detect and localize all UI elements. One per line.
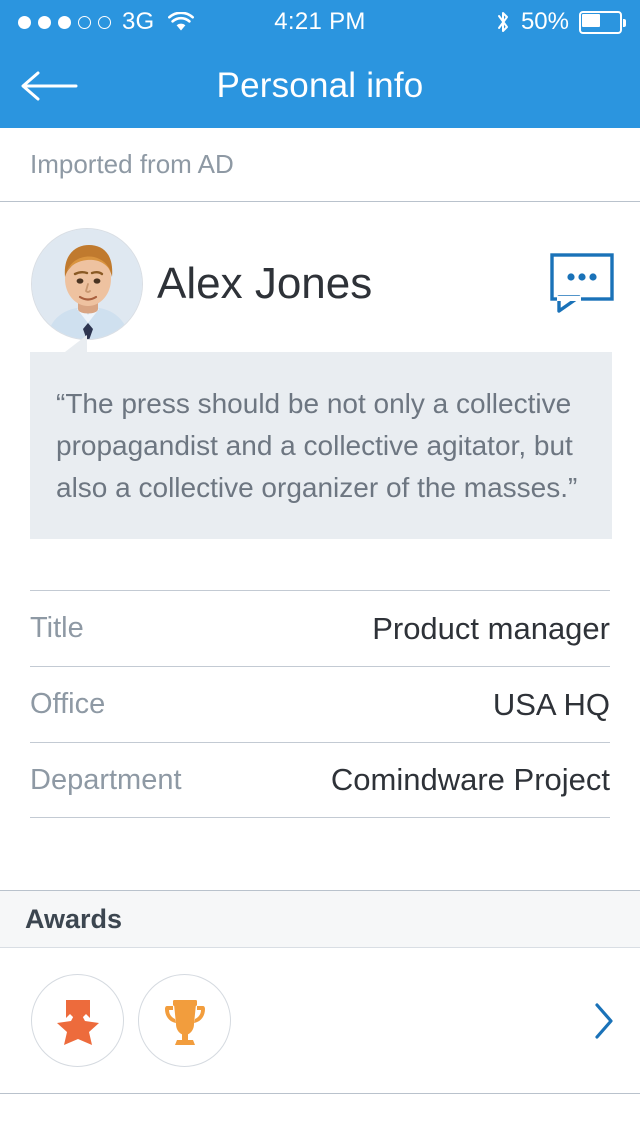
bluetooth-icon: [495, 10, 511, 34]
awards-disclosure-button[interactable]: [590, 948, 618, 1093]
info-value: Product manager: [372, 610, 610, 646]
info-row-office[interactable]: Office USA HQ: [30, 666, 610, 742]
battery-percent-label: 50%: [520, 8, 569, 35]
quote-bubble: “The press should be not only a collecti…: [30, 335, 612, 539]
divider-below-source: [0, 201, 640, 202]
status-bar-right: 50%: [495, 0, 626, 44]
battery-icon: [579, 10, 626, 34]
profile-header: Alex Jones: [0, 228, 640, 343]
app-screen: 3G 4:21 PM 50% Personal info Imported fr…: [0, 0, 640, 1136]
info-label: Title: [30, 612, 84, 644]
imported-source-label: Imported from AD: [30, 149, 234, 179]
imported-source-row: Imported from AD: [0, 128, 640, 201]
award-badge-medal[interactable]: [31, 974, 124, 1067]
awards-title: Awards: [25, 903, 123, 934]
star-ribbon-medal-icon: [56, 999, 99, 1045]
info-value: USA HQ: [492, 686, 610, 722]
quote-text: “The press should be not only a collecti…: [56, 388, 578, 503]
chevron-right-icon: [595, 1002, 613, 1039]
info-row-department[interactable]: Department Comindware Project: [30, 742, 610, 818]
info-label: Department: [30, 763, 182, 796]
divider-below-awards: [0, 1093, 640, 1094]
awards-row[interactable]: [0, 948, 640, 1093]
info-list: Title Product manager Office USA HQ Depa…: [0, 590, 640, 818]
awards-section-header: Awards: [0, 890, 640, 948]
award-badge-trophy[interactable]: [138, 974, 231, 1067]
comment-bubble-button[interactable]: [549, 252, 615, 314]
info-row-title[interactable]: Title Product manager: [30, 590, 610, 666]
status-bar: 3G 4:21 PM 50%: [0, 0, 640, 44]
page-title: Personal info: [216, 66, 424, 105]
awards-badge-list: [0, 974, 231, 1067]
person-name: Alex Jones: [157, 259, 373, 308]
comment-bubble-icon: [550, 253, 614, 313]
quote-bubble-notch: [48, 335, 87, 352]
info-value: Comindware Project: [330, 762, 610, 797]
avatar[interactable]: [31, 228, 143, 340]
info-label: Office: [30, 688, 106, 720]
trophy-icon: [164, 999, 205, 1045]
nav-bar: Personal info: [0, 44, 640, 128]
